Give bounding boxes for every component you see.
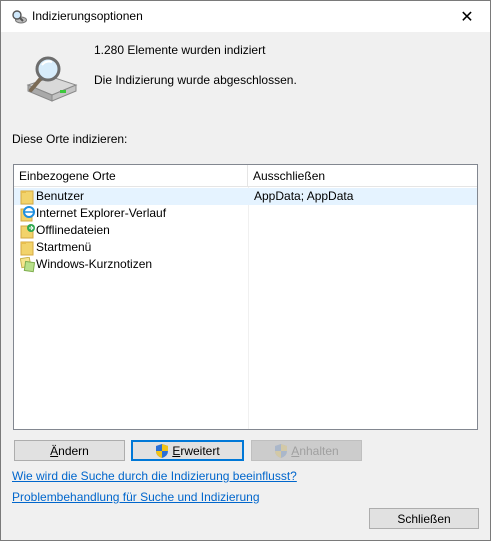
list-item-benutzer[interactable]: Benutzer AppData; AppData	[14, 188, 477, 205]
indexing-status-text: Die Indizierung wurde abgeschlossen.	[94, 73, 297, 87]
locations-list[interactable]: Einbezogene Orte Ausschließen Benutzer A…	[13, 164, 478, 430]
list-item-label: Windows-Kurznotizen	[36, 257, 153, 271]
change-button[interactable]: Ändern	[14, 440, 125, 461]
pause-button-label: Anhalten	[291, 443, 339, 458]
indexed-count-text: 1.280 Elemente wurden indiziert	[94, 43, 266, 57]
pause-button[interactable]: Anhalten	[251, 440, 362, 461]
drive-magnifier-icon	[26, 56, 78, 102]
list-item-offline-files[interactable]: Offlinedateien	[14, 222, 477, 239]
list-item-start-menu[interactable]: Startmenü	[14, 239, 477, 256]
change-button-label: Ändern	[50, 443, 89, 458]
advanced-button-label: Erweitert	[172, 443, 220, 458]
uac-shield-icon	[275, 443, 288, 458]
list-item-label: Offlinedateien	[36, 223, 110, 237]
indexing-options-icon	[12, 10, 27, 24]
column-header-exclude[interactable]: Ausschließen	[248, 165, 477, 187]
folder-icon	[20, 190, 34, 205]
how-search-link[interactable]: Wie wird die Suche durch die Indizierung…	[12, 469, 297, 483]
internet-explorer-icon	[20, 206, 35, 222]
list-item-label: Benutzer	[36, 189, 85, 203]
sticky-notes-icon	[20, 257, 36, 273]
close-window-button[interactable]: ✕	[444, 1, 490, 32]
list-item-sticky-notes[interactable]: Windows-Kurznotizen	[14, 256, 477, 273]
title-bar: Indizierungsoptionen ✕	[1, 1, 490, 32]
indexing-options-window: Indizierungsoptionen ✕ 1.280 Elemente wu…	[0, 0, 491, 541]
column-header-included[interactable]: Einbezogene Orte	[14, 165, 248, 187]
advanced-button[interactable]: Erweitert	[131, 440, 244, 461]
uac-shield-icon	[156, 443, 169, 458]
close-button[interactable]: Schließen	[369, 508, 479, 529]
section-label: Diese Orte indizieren:	[12, 132, 128, 146]
window-title: Indizierungsoptionen	[32, 9, 143, 23]
list-item-label: Internet Explorer-Verlauf	[36, 206, 167, 220]
close-icon: ✕	[460, 8, 474, 26]
offline-files-icon	[20, 224, 35, 239]
list-item-exclude: AppData; AppData	[254, 189, 354, 203]
list-item-label: Startmenü	[36, 240, 92, 254]
folder-icon	[20, 241, 34, 256]
troubleshoot-link[interactable]: Problembehandlung für Suche und Indizier…	[12, 490, 260, 504]
list-item-ie-history[interactable]: Internet Explorer-Verlauf	[14, 205, 477, 222]
